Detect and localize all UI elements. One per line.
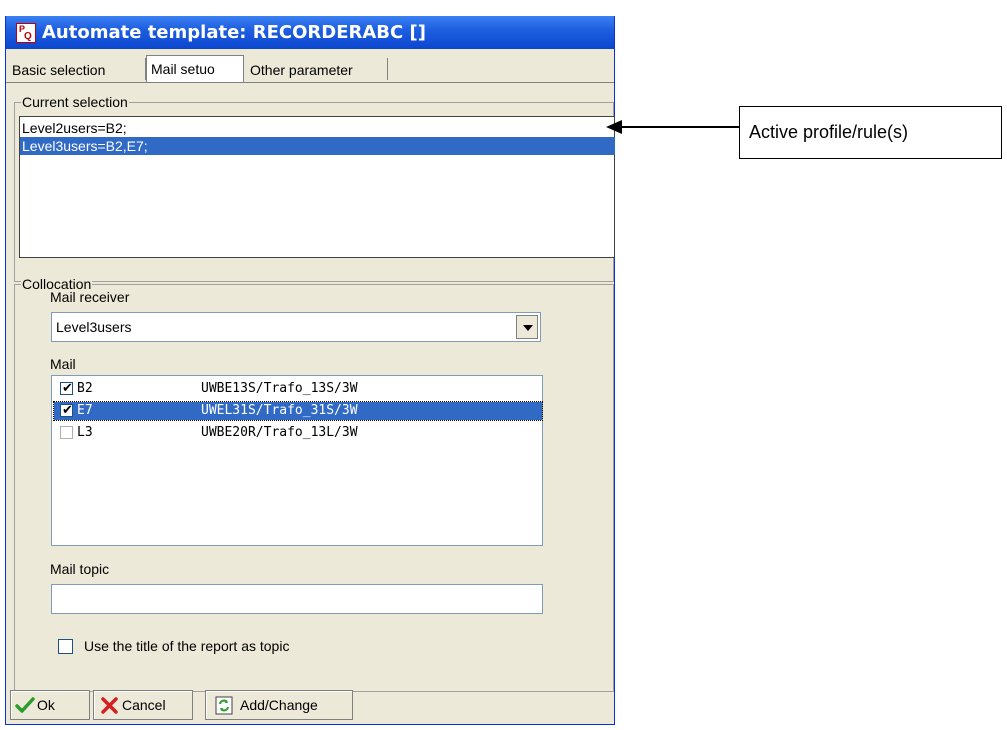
- mail-receiver-label: Mail receiver: [50, 289, 130, 305]
- add-change-button[interactable]: Add/Change: [205, 690, 353, 720]
- mail-desc: UWBE20R/Trafo_13L/3W: [201, 425, 358, 440]
- list-item[interactable]: Level2users=B2;: [20, 119, 615, 137]
- tab-basic-selection[interactable]: Basic selection: [8, 58, 146, 80]
- chevron-down-icon: [523, 325, 533, 331]
- mail-topic-label: Mail topic: [50, 561, 110, 577]
- title-bar[interactable]: PQ Automate template: RECORDERABC []: [6, 16, 614, 49]
- tab-other-parameter[interactable]: Other parameter: [246, 58, 388, 80]
- window-title: Automate template: RECORDERABC []: [42, 22, 426, 43]
- annotation-callout: Active profile/rule(s): [739, 106, 1002, 159]
- close-icon: [101, 697, 118, 714]
- list-item-selected[interactable]: Level3users=B2,E7;: [20, 137, 615, 155]
- use-title-checkbox[interactable]: [58, 639, 73, 654]
- cancel-label: Cancel: [122, 697, 166, 713]
- check-icon: ✔: [62, 381, 73, 396]
- checkbox-e7[interactable]: ✔: [60, 403, 73, 418]
- cancel-button[interactable]: Cancel: [93, 690, 193, 720]
- mail-checklist[interactable]: ✔ B2 UWBE13S/Trafo_13S/3W ✔ E7 UWEL31S/T…: [51, 375, 543, 546]
- current-selection-list[interactable]: Level2users=B2; Level3users=B2,E7;: [19, 116, 615, 258]
- app-icon: PQ: [16, 23, 36, 43]
- mail-code: L3: [77, 425, 93, 440]
- mail-row-e7[interactable]: ✔ E7 UWEL31S/Trafo_31S/3W: [53, 401, 543, 421]
- checkbox-l3[interactable]: [60, 426, 73, 439]
- refresh-icon: [215, 696, 233, 715]
- checkbox-b2[interactable]: ✔: [60, 381, 73, 396]
- arrow-left-icon: [606, 120, 744, 134]
- add-change-label: Add/Change: [240, 697, 318, 713]
- tab-divider: [6, 82, 614, 83]
- dropdown-button[interactable]: [516, 315, 538, 339]
- check-icon: [15, 697, 35, 713]
- ok-label: Ok: [37, 697, 55, 713]
- use-title-label: Use the title of the report as topic: [84, 638, 290, 654]
- mail-receiver-value: Level3users: [56, 319, 132, 335]
- annotation-text: Active profile/rule(s): [749, 122, 909, 142]
- mail-code: B2: [77, 381, 93, 396]
- ok-button[interactable]: Ok: [10, 690, 90, 720]
- mail-label: Mail: [50, 356, 76, 372]
- tab-mail-setuo[interactable]: Mail setuo: [146, 55, 244, 82]
- mail-desc: UWEL31S/Trafo_31S/3W: [201, 403, 358, 418]
- mail-desc: UWBE13S/Trafo_13S/3W: [201, 381, 358, 396]
- check-icon: ✔: [62, 403, 73, 418]
- current-selection-label: Current selection: [21, 94, 129, 110]
- mail-topic-input[interactable]: [51, 584, 543, 614]
- mail-code: E7: [77, 403, 93, 418]
- mail-receiver-select[interactable]: Level3users: [51, 312, 541, 342]
- mail-row-l3[interactable]: L3 UWBE20R/Trafo_13L/3W: [54, 424, 542, 442]
- mail-row-b2[interactable]: ✔ B2 UWBE13S/Trafo_13S/3W: [54, 380, 542, 398]
